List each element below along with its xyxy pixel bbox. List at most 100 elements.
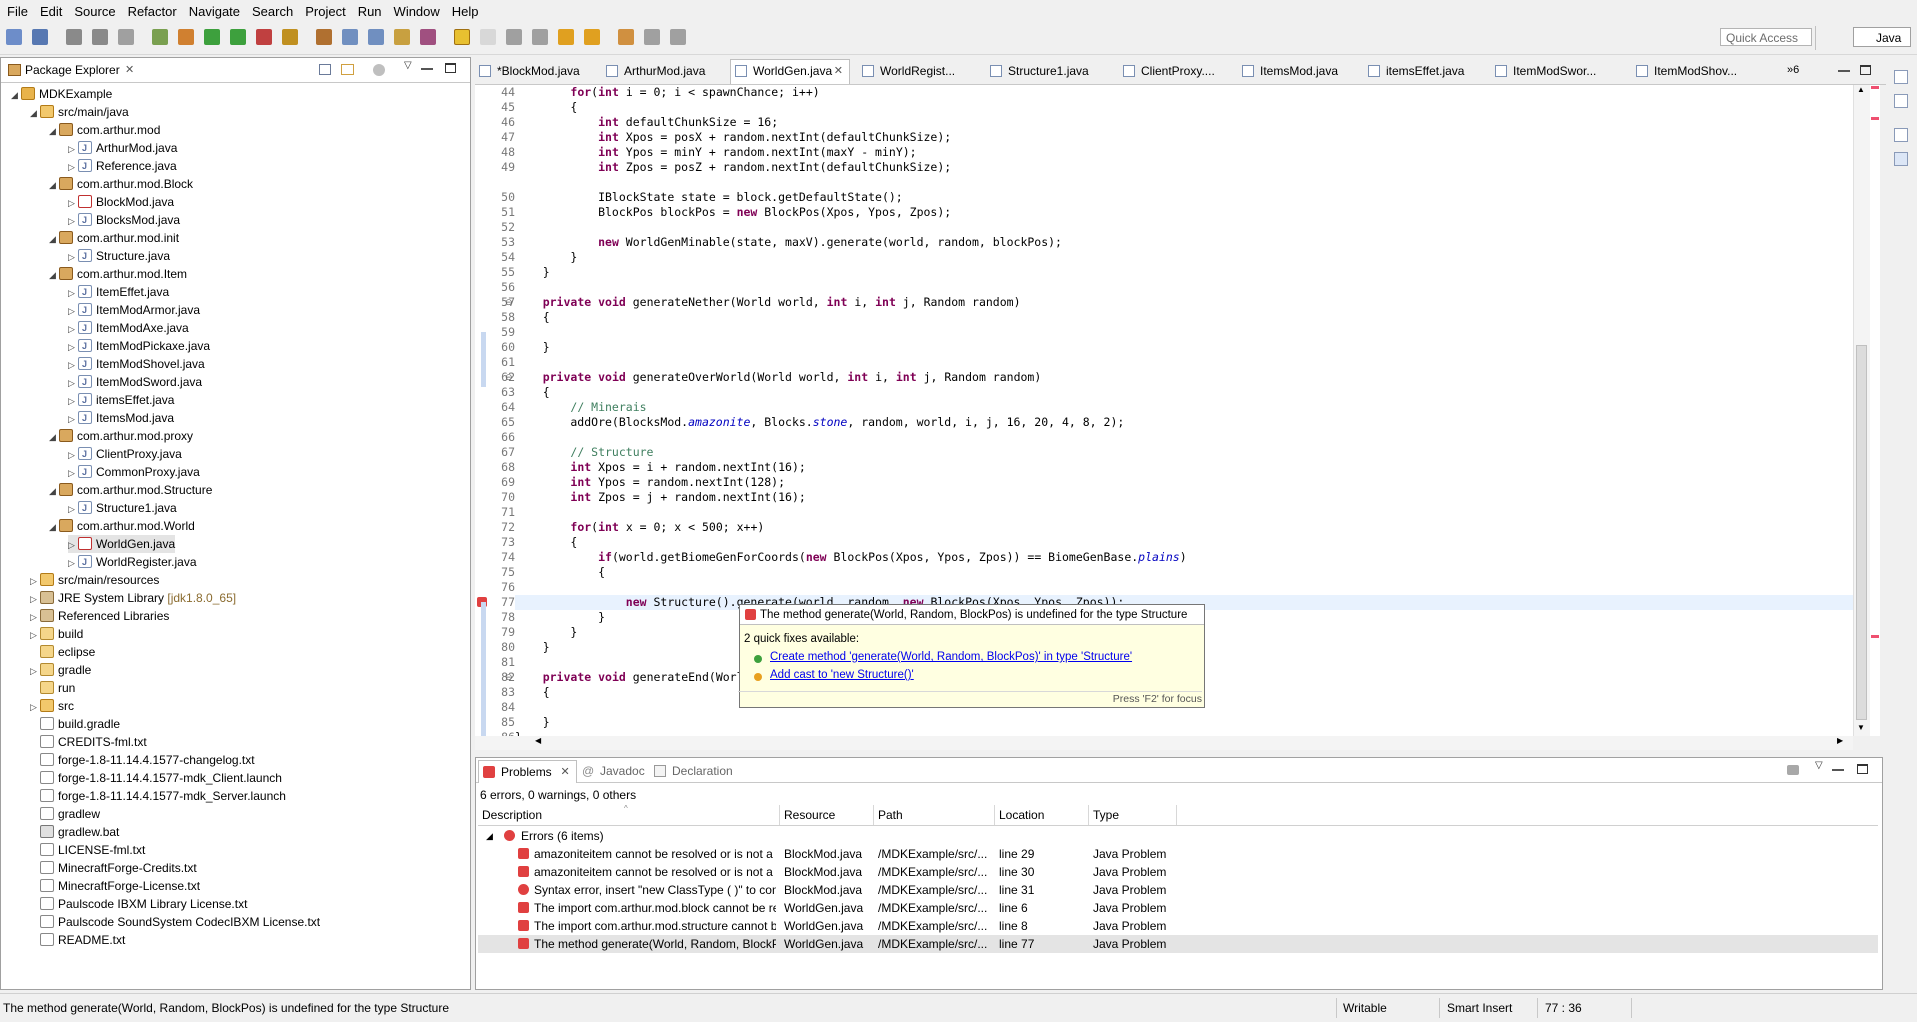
- close-icon[interactable]: ✕: [560, 761, 569, 783]
- new-package-icon[interactable]: [316, 29, 332, 45]
- tree-item[interactable]: forge-1.8-11.14.4.1577-mdk_Server.launch: [30, 787, 286, 805]
- tree-item[interactable]: forge-1.8-11.14.4.1577-mdk_Client.launch: [30, 769, 282, 787]
- expand-arrow-icon[interactable]: ▷: [68, 374, 78, 392]
- tab-javadoc[interactable]: @ Javadoc: [578, 760, 645, 782]
- next-annotation-icon[interactable]: [532, 29, 548, 45]
- maximize-icon[interactable]: [1857, 764, 1868, 774]
- show-whitespace-icon[interactable]: [506, 29, 522, 45]
- expand-arrow-icon[interactable]: ▷: [68, 446, 78, 464]
- collapse-arrow-icon[interactable]: ◢: [49, 122, 59, 140]
- problem-row[interactable]: The method generate(World, Random, Block…: [478, 935, 1878, 953]
- scroll-left-arrow[interactable]: ◀: [535, 736, 541, 745]
- overview-ruler[interactable]: [1870, 85, 1880, 736]
- quick-access-input[interactable]: Quick Access: [1720, 28, 1812, 46]
- tree-item[interactable]: ▷ src: [30, 697, 74, 715]
- editor-tab[interactable]: WorldRegist...: [858, 60, 978, 82]
- collapse-arrow-icon[interactable]: ◢: [49, 428, 59, 446]
- menu-refactor[interactable]: Refactor: [123, 4, 182, 19]
- annotation-icon[interactable]: [420, 29, 436, 45]
- outline-icon[interactable]: [1894, 94, 1908, 108]
- external-tools-icon[interactable]: [256, 29, 272, 45]
- expand-arrow-icon[interactable]: ▷: [30, 608, 40, 626]
- editor-tab[interactable]: ItemModSwor...: [1491, 60, 1623, 82]
- tree-item-file[interactable]: ▷ ArthurMod.java: [68, 139, 177, 157]
- menu-edit[interactable]: Edit: [35, 4, 67, 19]
- expand-arrow-icon[interactable]: ▷: [68, 140, 78, 158]
- fold-toggle-icon[interactable]: ⊖: [505, 672, 513, 683]
- prev-annotation-icon[interactable]: [558, 29, 574, 45]
- tree-item[interactable]: eclipse: [30, 643, 95, 661]
- tree-item-file[interactable]: ▷ Reference.java: [68, 157, 177, 175]
- expand-arrow-icon[interactable]: ▷: [68, 554, 78, 572]
- task-list-icon[interactable]: [1894, 128, 1908, 142]
- block-selection-icon[interactable]: [480, 29, 496, 45]
- save-icon[interactable]: [66, 29, 82, 45]
- problem-row[interactable]: The import com.arthur.mod.structure cann…: [478, 917, 1878, 935]
- expand-arrow-icon[interactable]: ▷: [68, 212, 78, 230]
- menu-help[interactable]: Help: [447, 4, 484, 19]
- tree-item[interactable]: ◢ com.arthur.mod: [49, 121, 160, 139]
- coverage-icon[interactable]: [282, 29, 298, 45]
- tree-item[interactable]: ◢ com.arthur.mod.World: [49, 517, 195, 535]
- expand-arrow-icon[interactable]: ▷: [68, 464, 78, 482]
- tree-item-file[interactable]: ▷ CommonProxy.java: [68, 463, 200, 481]
- new-icon[interactable]: [6, 29, 22, 45]
- tree-item[interactable]: ◢ MDKExample: [11, 85, 112, 103]
- expand-arrow-icon[interactable]: ▷: [30, 698, 40, 716]
- tree-item-file[interactable]: ▷ ItemModPickaxe.java: [68, 337, 210, 355]
- scrollbar-thumb[interactable]: [1856, 345, 1867, 720]
- tree-item-file[interactable]: ▷ WorldRegister.java: [68, 553, 197, 571]
- scroll-down-arrow[interactable]: ▼: [1857, 723, 1865, 732]
- expand-arrow-icon[interactable]: ▷: [68, 410, 78, 428]
- expand-arrow-icon[interactable]: ▷: [68, 536, 78, 554]
- problem-row[interactable]: amazoniteitem cannot be resolved or is n…: [478, 863, 1878, 881]
- tree-item[interactable]: ◢ com.arthur.mod.Structure: [49, 481, 212, 499]
- editor-horizontal-scrollbar[interactable]: ◀ ▶: [475, 736, 1853, 750]
- expand-arrow-icon[interactable]: ▷: [30, 572, 40, 590]
- tree-item[interactable]: MinecraftForge-Credits.txt: [30, 859, 197, 877]
- quick-fix-create-method[interactable]: Create method 'generate(World, Random, B…: [770, 651, 1132, 663]
- expand-arrow-icon[interactable]: ◢: [486, 827, 493, 845]
- tree-item-file[interactable]: ▷ BlockMod.java: [68, 193, 174, 211]
- menu-navigate[interactable]: Navigate: [184, 4, 245, 19]
- expand-arrow-icon[interactable]: ▷: [68, 392, 78, 410]
- expand-arrow-icon[interactable]: ▷: [68, 302, 78, 320]
- view-menu-icon[interactable]: ▽: [404, 60, 412, 71]
- tab-declaration[interactable]: Declaration: [650, 760, 733, 782]
- column-description[interactable]: Description ^: [478, 804, 780, 825]
- outline-view-icon[interactable]: [1894, 152, 1908, 166]
- run-dropdown-icon[interactable]: [230, 29, 246, 45]
- tree-item-file[interactable]: ▷ itemsEffet.java: [68, 391, 174, 409]
- open-type-icon[interactable]: [342, 29, 358, 45]
- package-explorer-tab[interactable]: Package Explorer ✕: [5, 59, 140, 81]
- print-icon[interactable]: [118, 29, 134, 45]
- tree-item[interactable]: MinecraftForge-License.txt: [30, 877, 200, 895]
- tree-item[interactable]: gradlew.bat: [30, 823, 119, 841]
- column-resource[interactable]: Resource: [780, 805, 874, 825]
- collapse-arrow-icon[interactable]: ◢: [49, 518, 59, 536]
- menu-search[interactable]: Search: [247, 4, 298, 19]
- tree-item[interactable]: run: [30, 679, 75, 697]
- tree-item[interactable]: ◢ com.arthur.mod.proxy: [49, 427, 193, 445]
- collapse-arrow-icon[interactable]: ◢: [49, 482, 59, 500]
- tree-item[interactable]: gradlew: [30, 805, 100, 823]
- column-location[interactable]: Location: [995, 805, 1089, 825]
- tree-item[interactable]: ◢ com.arthur.mod.Item: [49, 265, 187, 283]
- tree-item-file[interactable]: ▷ Structure.java: [68, 247, 170, 265]
- minimize-icon[interactable]: [1838, 70, 1850, 72]
- restore-icon[interactable]: [1894, 70, 1908, 84]
- editor-tab[interactable]: WorldGen.java ✕: [730, 59, 850, 84]
- last-edit-icon[interactable]: [584, 29, 600, 45]
- expand-arrow-icon[interactable]: ▷: [68, 338, 78, 356]
- errors-group-row[interactable]: ◢ Errors (6 items): [478, 827, 1878, 845]
- fold-toggle-icon[interactable]: ⊖: [505, 297, 513, 308]
- expand-arrow-icon[interactable]: ▷: [68, 194, 78, 212]
- tree-item[interactable]: ▷ gradle: [30, 661, 91, 679]
- scroll-right-arrow[interactable]: ▶: [1837, 736, 1843, 745]
- menu-window[interactable]: Window: [389, 4, 445, 19]
- maximize-icon[interactable]: [445, 63, 456, 73]
- scroll-up-arrow[interactable]: ▲: [1857, 85, 1865, 94]
- tree-item[interactable]: ◢ src/main/java: [30, 103, 129, 121]
- collapse-arrow-icon[interactable]: ◢: [49, 230, 59, 248]
- tree-item-file[interactable]: ▷ ItemsMod.java: [68, 409, 174, 427]
